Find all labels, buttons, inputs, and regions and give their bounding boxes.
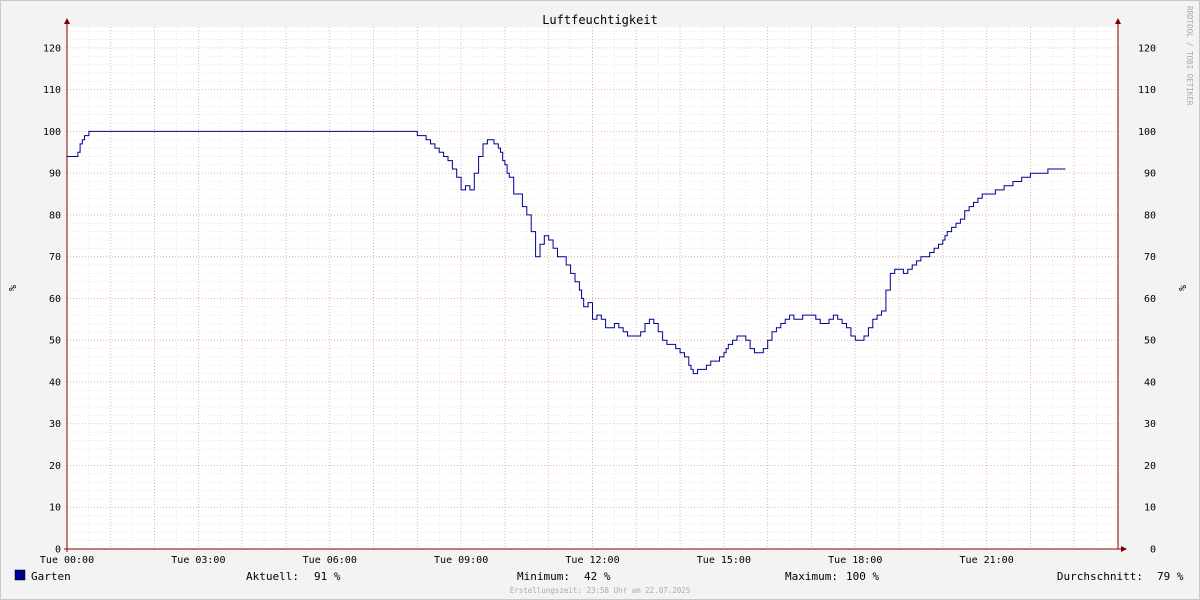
y-tick-label-right: 100 (1138, 127, 1156, 138)
chart-title: Luftfeuchtigkeit (542, 13, 658, 27)
y-tick-label-right: 40 (1144, 377, 1156, 388)
legend-max-label: Maximum: (785, 570, 838, 583)
x-tick-label: Tue 09:00 (434, 555, 488, 566)
y-tick-label-right: 110 (1138, 85, 1156, 96)
legend-swatch-garten (14, 569, 26, 581)
y-tick-label-left: 10 (49, 503, 61, 514)
y-tick-label-left: 70 (49, 252, 61, 263)
x-axis-arrow (1121, 546, 1127, 552)
y-tick-label-right: 0 (1150, 545, 1156, 556)
y-tick-label-left: 100 (43, 127, 61, 138)
x-tick-label: Tue 03:00 (171, 555, 225, 566)
y-tick-label-right: 90 (1144, 169, 1156, 180)
y-tick-label-left: 20 (49, 461, 61, 472)
y-tick-label-left: 50 (49, 336, 61, 347)
y-tick-label-right: 50 (1144, 336, 1156, 347)
legend-current-value: 91 % (314, 570, 341, 583)
legend-avg-label: Durchschnitt: (1057, 570, 1143, 583)
legend-min-value: 42 % (584, 570, 611, 583)
legend: Garten Aktuell: 91 % Minimum: 42 % Maxim… (14, 569, 1184, 583)
rrdtool-watermark: RRDTOOL / TOBI OETIKER (1185, 6, 1194, 106)
y-tick-label-right: 120 (1138, 43, 1156, 54)
y-tick-label-left: 0 (55, 545, 61, 556)
y-tick-label-left: 80 (49, 210, 61, 221)
legend-series-name: Garten (31, 570, 71, 583)
y-tick-label-right: 70 (1144, 252, 1156, 263)
y-tick-label-right: 30 (1144, 419, 1156, 430)
y-tick-label-left: 120 (43, 43, 61, 54)
x-tick-label: Tue 18:00 (828, 555, 882, 566)
creation-time-footer: Erstellungszeit: 23:58 Uhr am 22.07.2025 (510, 586, 691, 595)
x-tick-label: Tue 06:00 (303, 555, 357, 566)
y-tick-label-right: 60 (1144, 294, 1156, 305)
chart-frame: Luftfeuchtigkeit RRDTOOL / TOBI OETIKER … (0, 0, 1200, 600)
y-axis-label-right: % (1176, 285, 1187, 291)
chart-canvas: Luftfeuchtigkeit RRDTOOL / TOBI OETIKER … (6, 6, 1194, 595)
legend-max-value: 100 % (846, 570, 879, 583)
plot-area: 0 0 10 10 20 20 30 30 40 40 50 50 60 60 70 70 80 80 90 90 10… (40, 18, 1156, 566)
y-tick-label-right: 80 (1144, 210, 1156, 221)
y-tick-label-left: 90 (49, 169, 61, 180)
x-tick-label: Tue 21:00 (960, 555, 1014, 566)
legend-avg-value: 79 % (1157, 570, 1184, 583)
y-tick-label-right: 20 (1144, 461, 1156, 472)
y-axis-arrow-right (1115, 18, 1121, 24)
y-axis-arrow-left (64, 18, 70, 24)
y-axis-label-left: % (6, 285, 17, 291)
x-tick-label: Tue 15:00 (697, 555, 751, 566)
x-tick-label: Tue 00:00 (40, 555, 94, 566)
y-tick-label-left: 60 (49, 294, 61, 305)
y-tick-label-left: 110 (43, 85, 61, 96)
x-tick-label: Tue 12:00 (565, 555, 619, 566)
y-tick-label-left: 40 (49, 377, 61, 388)
y-tick-label-left: 30 (49, 419, 61, 430)
legend-current-label: Aktuell: (246, 570, 299, 583)
y-tick-label-right: 10 (1144, 503, 1156, 514)
legend-min-label: Minimum: (517, 570, 570, 583)
